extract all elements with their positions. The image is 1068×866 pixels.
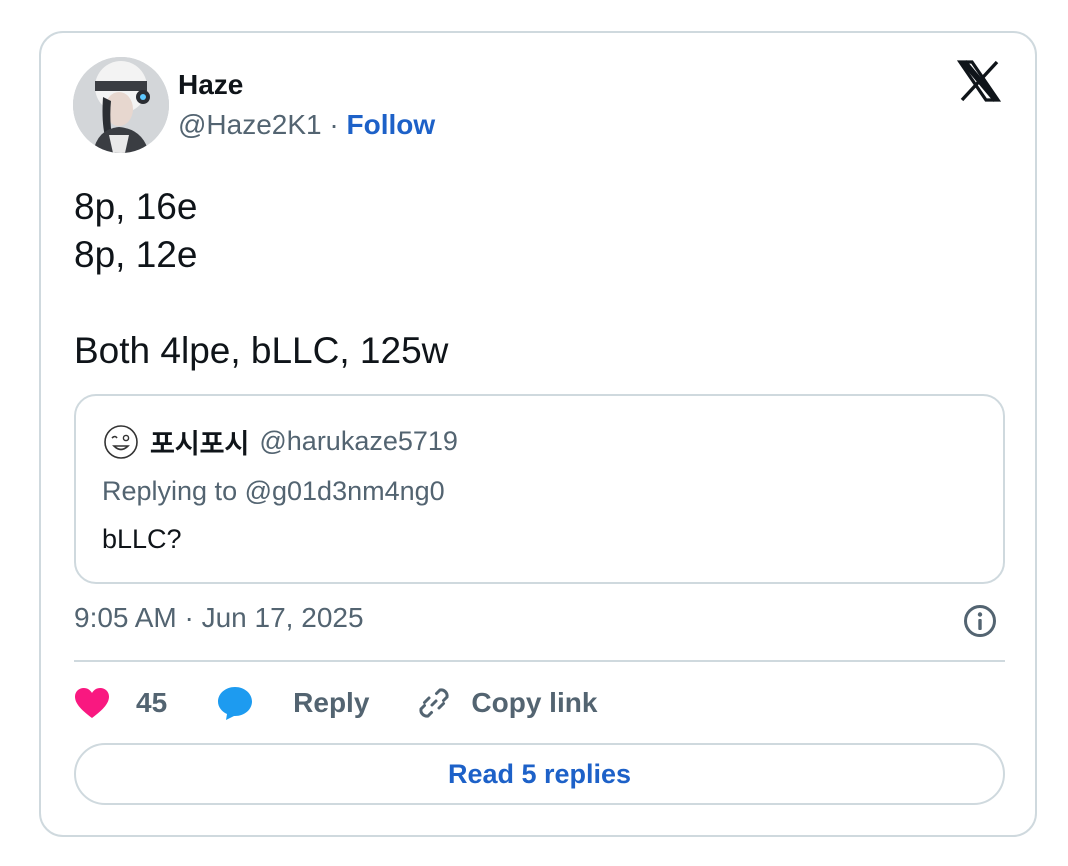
tweet-timestamp[interactable]: 9:05 AM · Jun 17, 2025 (74, 602, 364, 634)
copy-link-label: Copy link (471, 687, 598, 718)
x-logo-icon[interactable] (957, 59, 1001, 103)
heart-icon (75, 688, 109, 718)
reply-button[interactable]: Reply (217, 686, 369, 720)
meta-separator: · (329, 109, 339, 140)
follow-button[interactable]: Follow (347, 109, 436, 140)
author-handle[interactable]: @Haze2K1 (178, 109, 322, 140)
avatar-image (73, 57, 169, 153)
author-meta: @Haze2K1 · Follow (178, 107, 435, 143)
read-replies-button[interactable]: Read 5 replies (74, 743, 1005, 805)
replying-prefix: Replying to (102, 476, 245, 506)
like-count: 45 (136, 687, 168, 718)
author-name[interactable]: Haze (178, 69, 435, 101)
tweet-text: 8p, 16e 8p, 12e Both 4lpe, bLLC, 125w (74, 186, 449, 371)
like-button[interactable]: 45 (74, 687, 167, 719)
link-icon (419, 688, 449, 718)
action-bar: 45 Reply Copy link (74, 681, 597, 725)
replying-handle[interactable]: @g01d3nm4ng0 (245, 476, 445, 506)
quoted-header: 포시포시 @harukaze5719 (102, 422, 458, 461)
author-avatar[interactable] (73, 57, 169, 153)
tweet-card: Haze @Haze2K1 · Follow 8p, 16e 8p, 12e B… (39, 31, 1037, 837)
quoted-author-name[interactable]: 포시포시 (150, 422, 249, 461)
quoted-author-handle[interactable]: @harukaze5719 (259, 426, 458, 457)
quoted-text: bLLC? (102, 524, 182, 554)
divider (74, 660, 1005, 662)
reply-label: Reply (293, 687, 370, 718)
quoted-avatar-icon (104, 424, 138, 459)
quoted-tweet[interactable]: 포시포시 @harukaze5719 Replying to @g01d3nm4… (74, 394, 1005, 584)
info-icon[interactable] (962, 603, 998, 639)
author-block: Haze @Haze2K1 · Follow (178, 69, 435, 143)
quoted-replying-to: Replying to @g01d3nm4ng0 (102, 476, 445, 507)
speech-bubble-icon (218, 687, 253, 720)
copy-link-button[interactable]: Copy link (415, 684, 597, 722)
